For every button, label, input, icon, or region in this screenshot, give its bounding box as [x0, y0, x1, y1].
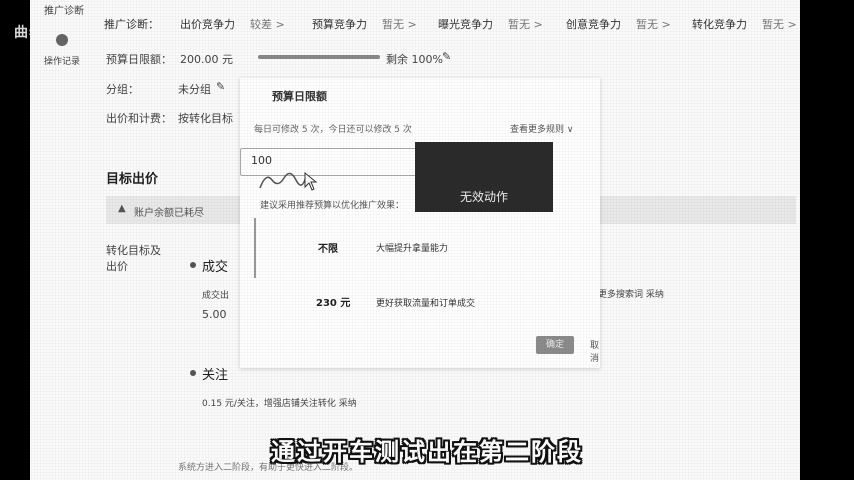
toast-text: 无效动作 [459, 190, 508, 204]
budget-competitiveness-link[interactable]: 暂无 > [382, 16, 417, 32]
mouse-cursor-icon [304, 172, 318, 191]
creative-competitiveness-link[interactable]: 暂无 > [636, 16, 671, 32]
conversion-competitiveness-label: 转化竞争力 [692, 18, 747, 31]
diagnosis-label: 推广诊断： [104, 18, 159, 31]
invalid-action-toast: 无效动作 [415, 142, 553, 212]
budget-value: 200.00 元 [180, 53, 233, 66]
unlimited-option[interactable]: 不限 [318, 240, 338, 255]
bid-label: 出价 [106, 260, 128, 273]
side-panel: 推广诊断 操作记录 [30, 0, 98, 80]
video-frame: 曲老 推广诊断 操作记录 推广诊断： 出价竞争力 较差 > 预算竞争力 暂无 >… [0, 0, 854, 480]
creative-competitiveness-label: 创意竞争力 [566, 18, 621, 31]
deal-option-title: 成交 [202, 260, 229, 275]
annotation-scribble [259, 172, 307, 189]
history-tab[interactable]: 操作记录 [44, 54, 80, 67]
edit-limit-hint: 每日可修改 5 次，今日还可以修改 5 次 [254, 125, 412, 135]
deal-radio[interactable] [190, 262, 196, 268]
history-icon [56, 34, 68, 46]
bid-billing-label: 出价和计费： [106, 112, 172, 125]
bid-competitiveness-label: 出价竞争力 [180, 18, 235, 31]
video-subtitle: 通过开车测试出在第二阶段 [271, 438, 583, 466]
target-bid-title: 目标出价 [106, 172, 159, 187]
edit-group-icon[interactable]: ✎ [216, 80, 225, 93]
more-rules-link[interactable]: 查看更多规则 ∨ [510, 122, 573, 135]
group-label: 分组： [106, 83, 139, 96]
group-value: 未分组 [178, 83, 211, 96]
diagnosis-tab[interactable]: 推广诊断 [44, 2, 84, 17]
deal-option-price: 5.00 [202, 308, 227, 321]
warning-icon: ▲ [118, 203, 126, 214]
budget-dialog: 预算日限额 每日可修改 5 次，今日还可以修改 5 次 查看更多规则 ∨ 元 建… [240, 78, 600, 368]
conversion-competitiveness-link[interactable]: 暂无 > [762, 16, 797, 32]
bid-billing-value: 按转化目标 [178, 112, 233, 125]
follow-radio[interactable] [190, 370, 196, 376]
diagnosis-bar: 推广诊断： 出价竞争力 较差 > 预算竞争力 暂无 > 曝光竞争力 暂无 > 创… [104, 12, 800, 36]
warning-text: 账户余额已耗尽 [134, 208, 204, 219]
conversion-target-label: 转化目标及 [106, 244, 161, 257]
budget-230-option[interactable]: 230 元 [316, 294, 350, 309]
exposure-competitiveness-label: 曝光竞争力 [438, 18, 493, 31]
dialog-title: 预算日限额 [272, 90, 327, 103]
option-divider [254, 218, 256, 278]
follow-option-title: 关注 [202, 368, 229, 383]
confirm-button[interactable]: 确定 [536, 336, 574, 354]
budget-input[interactable] [249, 153, 403, 168]
cancel-button[interactable]: 取消 [590, 338, 600, 364]
bid-competitiveness-link[interactable]: 较差 > [250, 16, 285, 32]
budget-remaining-bar [258, 55, 380, 59]
exposure-competitiveness-link[interactable]: 暂无 > [508, 16, 543, 32]
budget-230-option-desc: 更好获取流量和订单成交 [376, 299, 476, 309]
more-keywords-hint[interactable]: 更多搜索词 采纳 [598, 287, 664, 300]
budget-remaining: 剩余 100% [386, 53, 443, 66]
follow-option-desc: 0.15 元/关注，增强店铺关注转化 采纳 [202, 399, 357, 409]
edit-budget-icon[interactable]: ✎ [442, 50, 451, 63]
deal-option-sub: 成交出 [202, 291, 230, 301]
budget-competitiveness-label: 预算竞争力 [312, 18, 367, 31]
ads-settings-page: 推广诊断 操作记录 推广诊断： 出价竞争力 较差 > 预算竞争力 暂无 > 曝光… [30, 0, 800, 480]
suggestion-text: 建议采用推荐预算以优化推广效果： [260, 201, 405, 211]
unlimited-option-desc: 大幅提升拿量能力 [376, 244, 449, 254]
budget-label: 预算日限额： [106, 53, 172, 66]
